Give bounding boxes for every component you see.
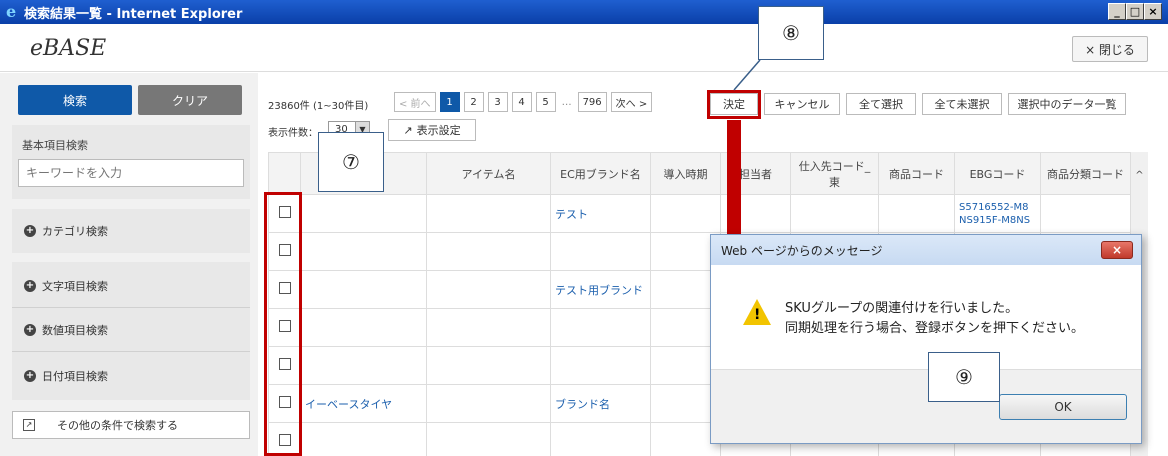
web-message-dialog: Web ページからのメッセージ × ! SKUグループの関連付けを行いました。 … — [710, 234, 1142, 444]
dialog-message-line1: SKUグループの関連付けを行いました。 — [785, 301, 1019, 316]
dialog-footer: OK — [711, 369, 1141, 443]
ok-button[interactable]: OK — [999, 394, 1127, 420]
dialog-message-line2: 同期処理を行う場合、登録ボタンを押下ください。 — [785, 321, 1085, 336]
warning-mark: ! — [754, 307, 761, 323]
dialog-titlebar: Web ページからのメッセージ × — [711, 235, 1141, 265]
dialog-title: Web ページからのメッセージ — [721, 243, 883, 258]
dialog-close-button[interactable]: × — [1101, 241, 1133, 259]
dialog-body: ! SKUグループの関連付けを行いました。 同期処理を行う場合、登録ボタンを押下… — [711, 265, 1141, 369]
annotation-9: ⑨ — [928, 352, 1000, 402]
